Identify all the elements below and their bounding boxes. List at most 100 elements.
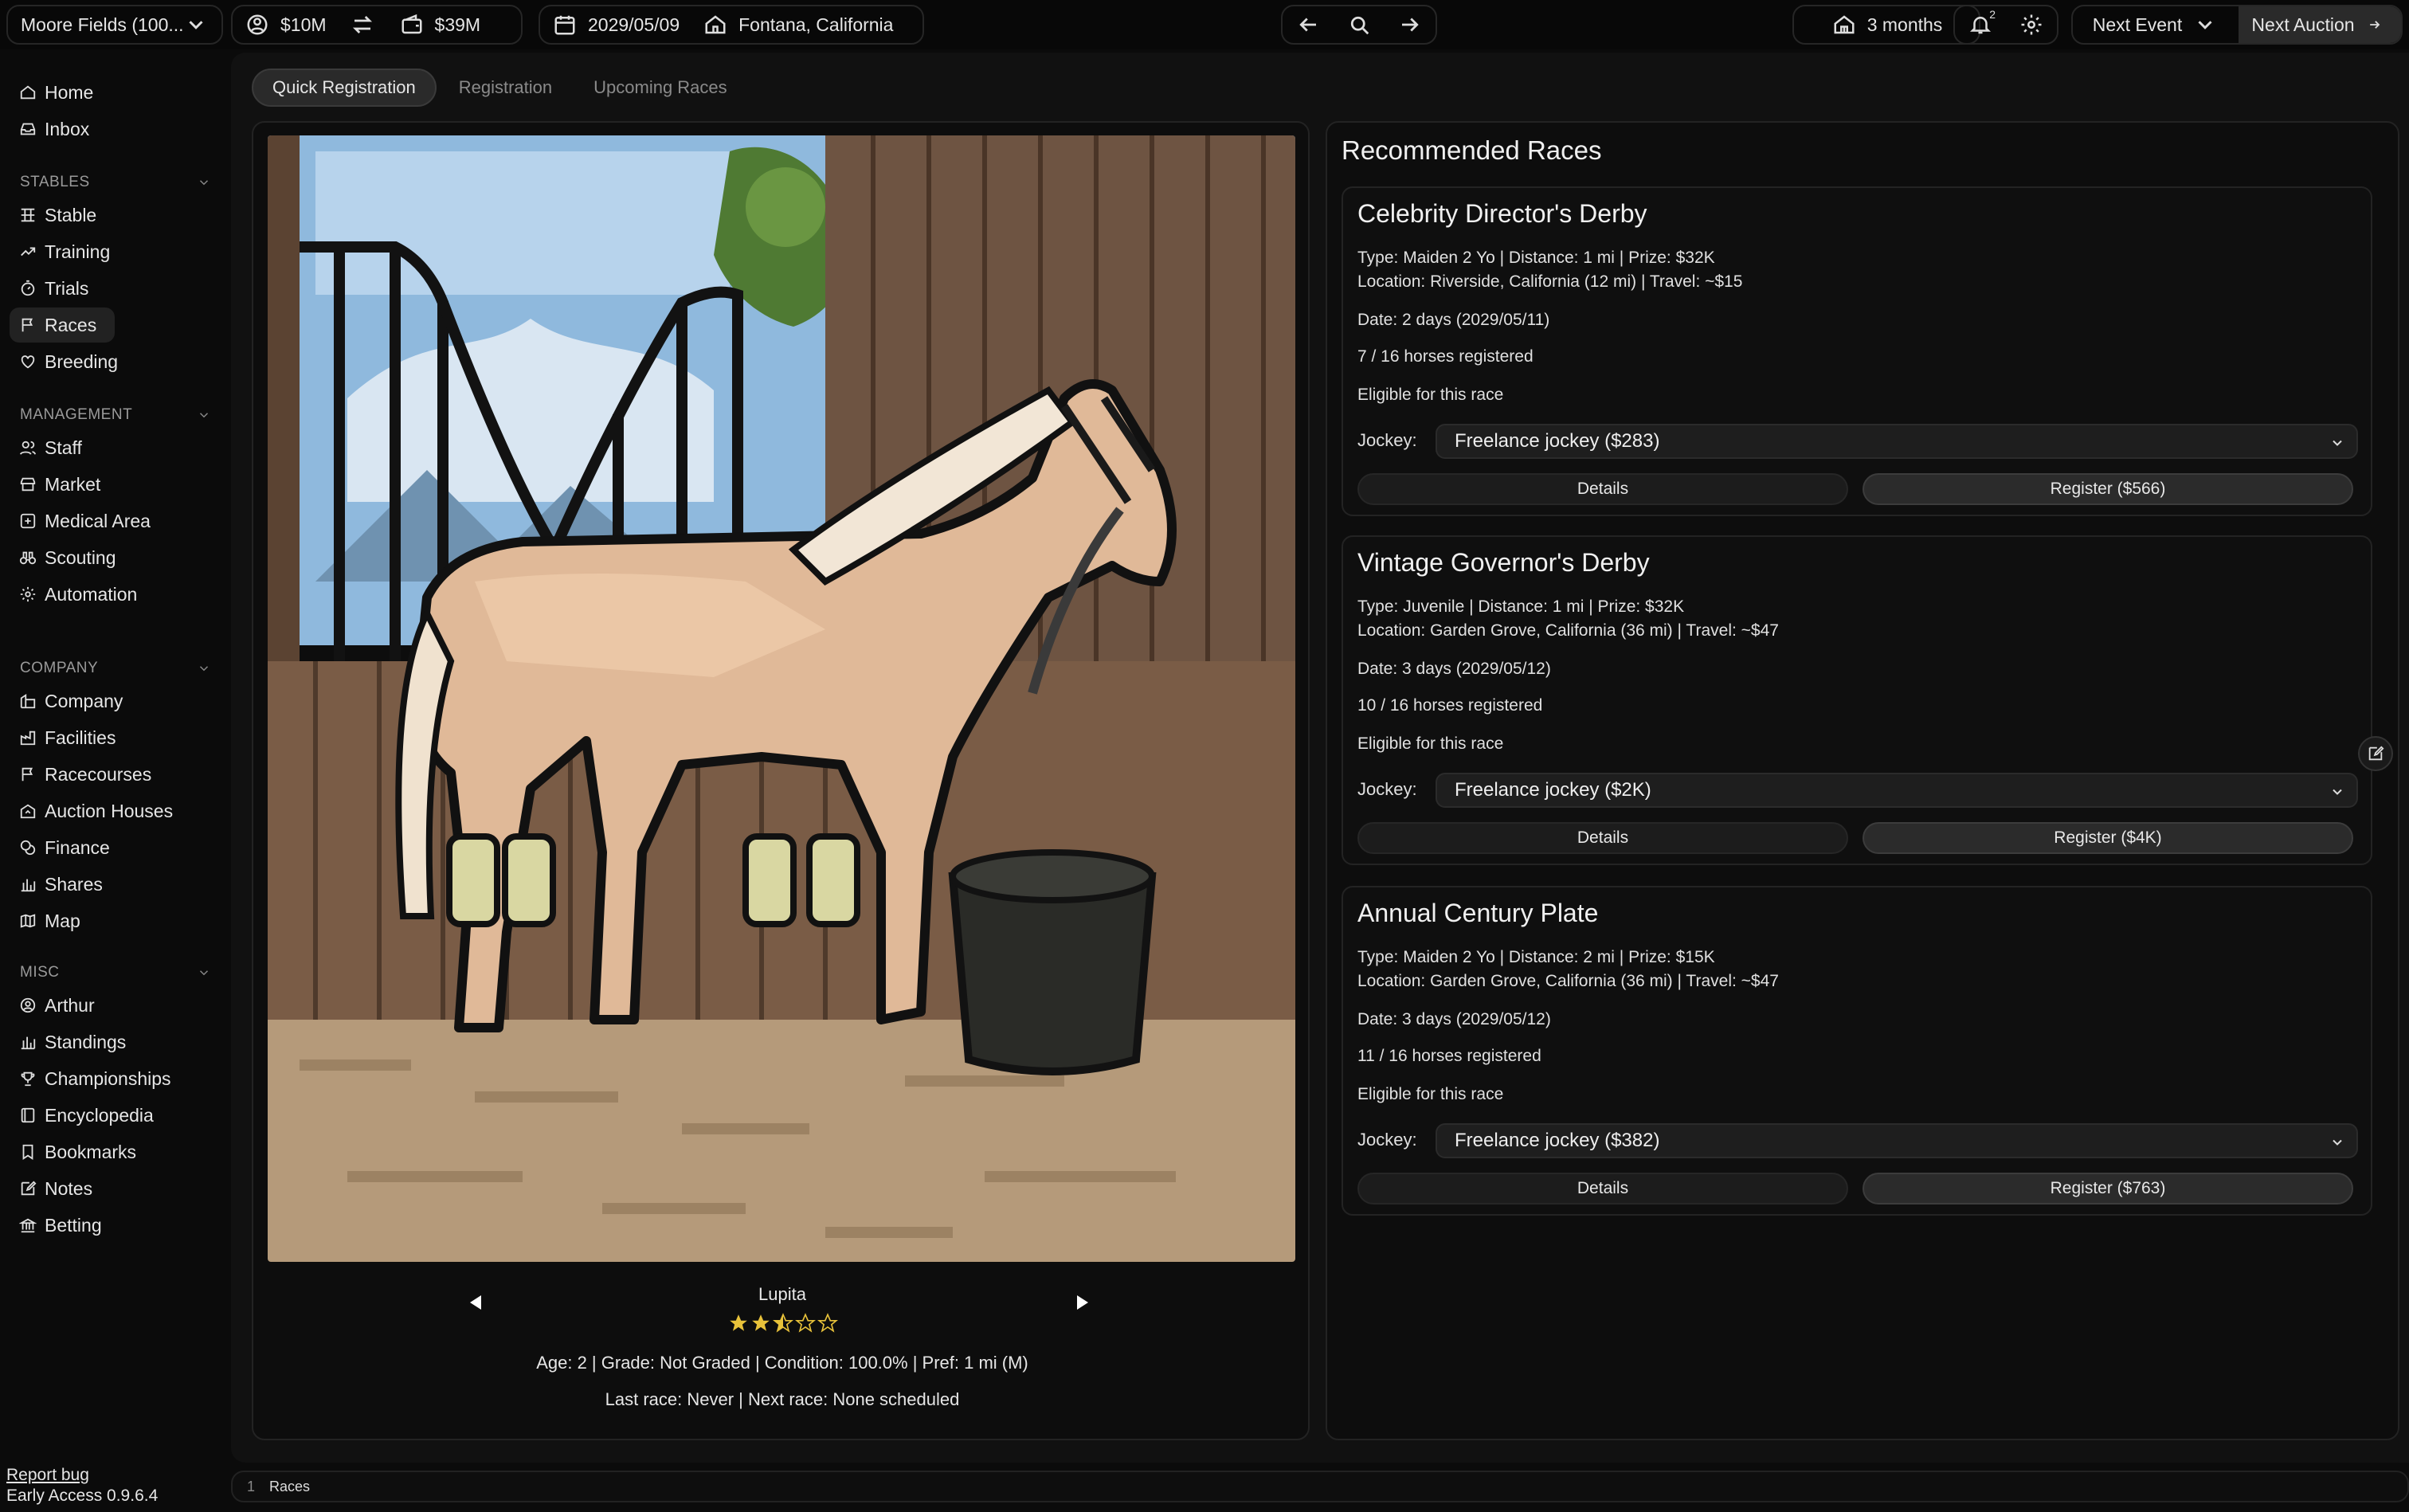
jockey-select[interactable]: Freelance jockey ($382) bbox=[1436, 1123, 2358, 1158]
sidebar-item-medical-area[interactable]: Medical Area bbox=[10, 503, 160, 539]
details-button[interactable]: Details bbox=[1357, 1173, 1848, 1205]
chevron-down-icon bbox=[197, 408, 211, 422]
sidebar-item-facilities[interactable]: Facilities bbox=[10, 720, 125, 755]
trophy-icon bbox=[19, 1070, 37, 1087]
sidebar-item-notes[interactable]: Notes bbox=[10, 1171, 102, 1206]
jockey-select[interactable]: Freelance jockey ($283) bbox=[1436, 424, 2358, 459]
gear-icon[interactable] bbox=[2018, 11, 2045, 38]
jockey-label: Jockey: bbox=[1357, 430, 1417, 450]
sidebar-item-label: Company bbox=[45, 690, 123, 711]
flag-icon bbox=[19, 316, 37, 334]
tab-upcoming-races[interactable]: Upcoming Races bbox=[574, 69, 746, 107]
jockey-selected: Freelance jockey ($283) bbox=[1455, 430, 1660, 452]
sidebar-item-racecourses[interactable]: Racecourses bbox=[10, 757, 161, 792]
register-button[interactable]: Register ($763) bbox=[1863, 1173, 2353, 1205]
sidebar-item-finance[interactable]: Finance bbox=[10, 830, 119, 865]
wallet-icon bbox=[398, 11, 425, 38]
details-button[interactable]: Details bbox=[1357, 822, 1848, 854]
bar-chart-icon bbox=[19, 1033, 37, 1051]
race-eligibility: Eligible for this race bbox=[1357, 386, 1504, 404]
sidebar-item-championships[interactable]: Championships bbox=[10, 1061, 181, 1096]
sidebar-item-company[interactable]: Company bbox=[10, 684, 132, 719]
tab-registration[interactable]: Registration bbox=[440, 69, 571, 107]
race-date: Date: 2 days (2029/05/11) bbox=[1357, 311, 1550, 329]
sidebar-item-races[interactable]: Races bbox=[10, 307, 115, 343]
section-management-header[interactable]: MANAGEMENT bbox=[20, 406, 211, 424]
binoculars-icon bbox=[19, 549, 37, 566]
event-auction: Next Event Next Auction bbox=[2071, 5, 2403, 45]
recommended-races-panel: Recommended Races Celebrity Director's D… bbox=[1326, 121, 2399, 1440]
jockey-select[interactable]: Freelance jockey ($2K) bbox=[1436, 773, 2358, 808]
sidebar-item-arthur[interactable]: Arthur bbox=[10, 988, 104, 1023]
chevron-down-icon bbox=[2192, 11, 2219, 38]
sidebar-item-training[interactable]: Training bbox=[10, 234, 119, 269]
sidebar-item-trials[interactable]: Trials bbox=[10, 271, 98, 306]
bank-icon bbox=[19, 1216, 37, 1234]
search-icon[interactable] bbox=[1346, 11, 1373, 38]
next-auction-button[interactable]: Next Auction bbox=[2238, 6, 2401, 43]
building-icon bbox=[19, 692, 37, 710]
net-worth-value: $39M bbox=[434, 14, 481, 35]
section-stables-header[interactable]: STABLES bbox=[20, 174, 211, 191]
sidebar-item-auction-houses[interactable]: Auction Houses bbox=[10, 793, 182, 828]
sidebar-item-breeding[interactable]: Breeding bbox=[10, 344, 127, 379]
sidebar-item-label: Arthur bbox=[45, 994, 95, 1016]
stable-selector[interactable]: Moore Fields (100... bbox=[6, 5, 223, 45]
star-empty-icon bbox=[817, 1313, 838, 1334]
register-button[interactable]: Register ($566) bbox=[1863, 473, 2353, 505]
sidebar-item-automation[interactable]: Automation bbox=[10, 577, 147, 612]
floating-notes-button[interactable] bbox=[2358, 736, 2393, 771]
horse-name[interactable]: Lupita bbox=[253, 1284, 1311, 1305]
grid-icon bbox=[19, 206, 37, 224]
home-icon bbox=[19, 84, 37, 101]
back-arrow-icon[interactable] bbox=[1295, 11, 1322, 38]
next-event-button[interactable]: Next Event bbox=[2073, 6, 2239, 43]
bell-icon[interactable]: 2 bbox=[1967, 8, 1996, 38]
horizon-value: 3 months bbox=[1866, 14, 1943, 35]
section-company-header[interactable]: COMPANY bbox=[20, 660, 211, 677]
sidebar-item-staff[interactable]: Staff bbox=[10, 430, 92, 465]
jockey-label: Jockey: bbox=[1357, 1130, 1417, 1150]
date-location: 2029/05/09 Fontana, California bbox=[539, 5, 924, 45]
bookmark-icon bbox=[19, 1143, 37, 1161]
sidebar-item-label: Encyclopedia bbox=[45, 1104, 154, 1126]
sidebar-item-bookmarks[interactable]: Bookmarks bbox=[10, 1134, 146, 1169]
section-misc-header[interactable]: MISC bbox=[20, 964, 211, 981]
race-title[interactable]: Annual Century Plate bbox=[1357, 899, 1598, 928]
race-type: Type: Juvenile | Distance: 1 mi | Prize:… bbox=[1357, 597, 1685, 616]
main-content: Quick Registration Registration Upcoming… bbox=[231, 53, 2409, 1463]
sidebar-item-standings[interactable]: Standings bbox=[10, 1024, 135, 1060]
cash-display[interactable]: $10M bbox=[233, 6, 338, 43]
forward-arrow-icon[interactable] bbox=[1396, 11, 1424, 38]
breadcrumb-item-races[interactable]: Races bbox=[269, 1479, 310, 1495]
sidebar-item-label: Automation bbox=[45, 583, 138, 605]
users-icon bbox=[19, 439, 37, 456]
net-worth-display[interactable]: $39M bbox=[387, 6, 492, 43]
sidebar-item-label: Standings bbox=[45, 1031, 127, 1052]
race-card: Vintage Governor's Derby Type: Juvenile … bbox=[1342, 535, 2372, 865]
details-button[interactable]: Details bbox=[1357, 473, 1848, 505]
sidebar-item-shares[interactable]: Shares bbox=[10, 867, 112, 902]
sidebar-item-inbox[interactable]: Inbox bbox=[10, 112, 99, 147]
sidebar-item-stable[interactable]: Stable bbox=[10, 198, 106, 233]
horizon-selector[interactable]: 3 months bbox=[1792, 5, 1980, 45]
location-value: Fontana, California bbox=[738, 14, 894, 35]
report-bug-link[interactable]: Report bug bbox=[6, 1466, 89, 1485]
sidebar-item-label: Finance bbox=[45, 836, 110, 858]
race-title[interactable]: Vintage Governor's Derby bbox=[1357, 548, 1650, 578]
sidebar-item-betting[interactable]: Betting bbox=[10, 1208, 112, 1243]
sidebar-item-label: Staff bbox=[45, 437, 82, 458]
race-title[interactable]: Celebrity Director's Derby bbox=[1357, 199, 1647, 229]
sidebar-item-scouting[interactable]: Scouting bbox=[10, 540, 126, 575]
register-button[interactable]: Register ($4K) bbox=[1863, 822, 2353, 854]
location-display[interactable]: Fontana, California bbox=[691, 6, 904, 43]
sidebar-item-market[interactable]: Market bbox=[10, 467, 110, 502]
tab-quick-registration[interactable]: Quick Registration bbox=[252, 69, 437, 107]
date-display[interactable]: 2029/05/09 bbox=[540, 6, 691, 43]
sidebar-item-map[interactable]: Map bbox=[10, 903, 90, 938]
star-half-icon bbox=[773, 1313, 793, 1334]
sidebar-item-encyclopedia[interactable]: Encyclopedia bbox=[10, 1098, 163, 1133]
chevron-down-icon bbox=[2333, 789, 2342, 795]
sidebar-item-home[interactable]: Home bbox=[10, 75, 103, 110]
transfer-button[interactable] bbox=[338, 6, 387, 43]
